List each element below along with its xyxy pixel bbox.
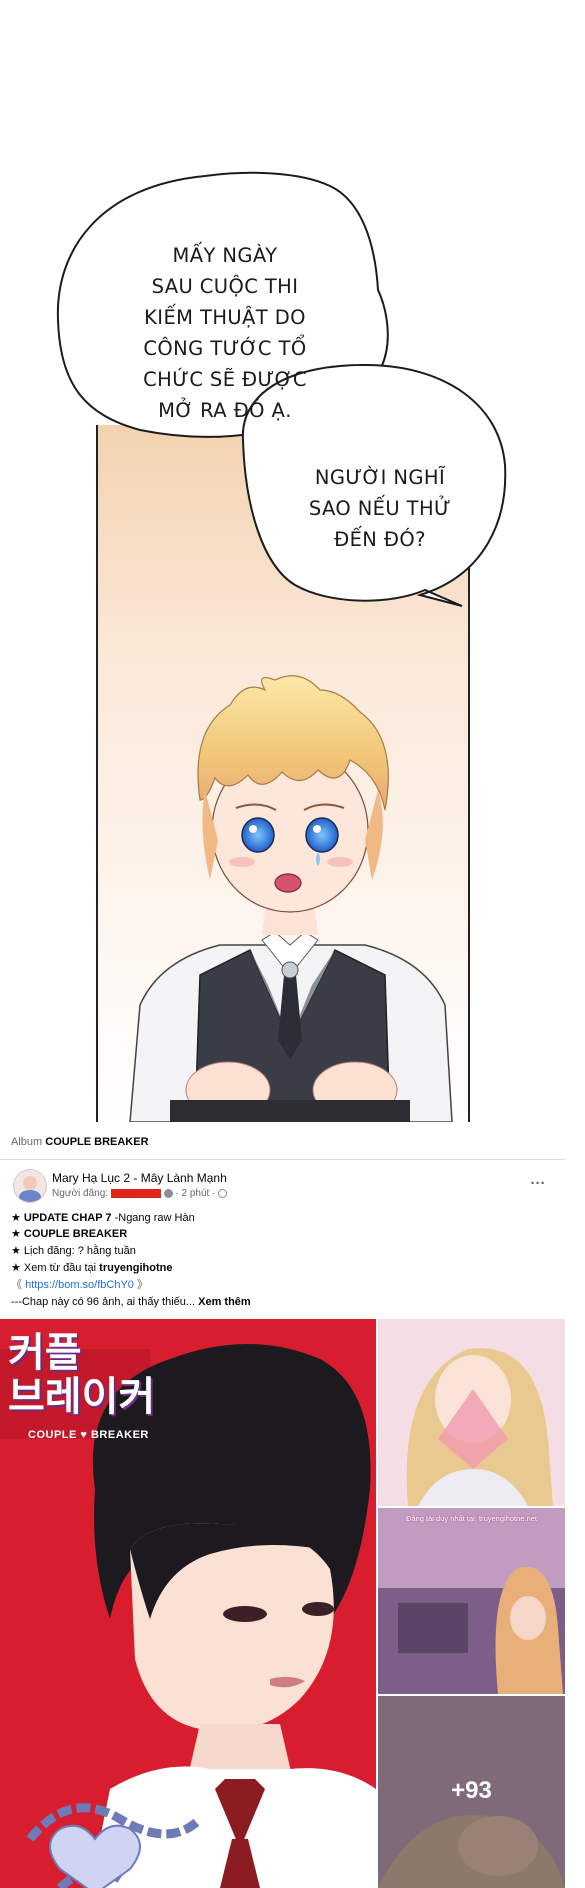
album-name[interactable]: COUPLE BREAKER (45, 1136, 148, 1148)
divider (0, 1159, 565, 1160)
globe-icon (218, 1188, 228, 1198)
cover-title-line2: 브레이커 (8, 1374, 156, 1420)
comic-illustration (56, 171, 507, 1122)
watermark-text: Đăng tải duy nhất tại: truyengihotne.net (406, 1514, 537, 1523)
post-meta: Người đăng: · 2 phút · (52, 1187, 228, 1201)
author-name[interactable]: Mary Hạ Lục 2 - Mây Lành Mạnh (52, 1170, 227, 1186)
speech-bubble-1-text: MẤY NGÀY SAU CUỘC THI KIẾM THUẬT DO CÔNG… (143, 244, 307, 422)
comic-panel: MẤY NGÀY SAU CUỘC THI KIẾM THUẬT DO CÔNG… (0, 0, 585, 1122)
post-line-3: ★ Lịch đăng: ? hằng tuần (11, 1245, 136, 1257)
post-line-6: ---Chap này có 96 ảnh, ai thấy thiếu... … (11, 1296, 251, 1308)
cover-subtitle: COUPLE ♥ BREAKER (28, 1429, 149, 1441)
thumbnail-2-illustration (378, 1508, 565, 1694)
facebook-post: Album COUPLE BREAKER Mary Hạ Lục 2 - Mây… (0, 1122, 585, 1888)
post-line-5: 《 https://bom.so/fbChY0 》 (11, 1279, 148, 1291)
see-more-link[interactable]: Xem thêm (198, 1296, 251, 1308)
thumbnail-1-illustration (378, 1319, 565, 1506)
poster-name-redacted (110, 1188, 161, 1198)
post-line-1: ★ UPDATE CHAP 7 -Ngang raw Hàn (11, 1212, 195, 1224)
more-options-button[interactable]: ··· (526, 1174, 550, 1194)
post-line-2: ★ COUPLE BREAKER (11, 1228, 128, 1240)
verified-icon (163, 1188, 173, 1198)
cover-photo[interactable]: 커플 브레이커 COUPLE ♥ BREAKER (0, 1319, 376, 1888)
album-prefix: Album (11, 1136, 43, 1148)
speech-bubble-2-text: NGƯỜI NGHĨ SAO NẾU THỬ ĐẾN ĐÓ? (308, 466, 452, 551)
avatar[interactable] (13, 1169, 47, 1203)
cover-title: 커플 브레이커 (8, 1331, 155, 1419)
photo-thumbnail-1[interactable] (378, 1319, 565, 1506)
post-line-4: ★ Xem từ đầu tại truyengihotne (11, 1262, 173, 1274)
more-photos-count[interactable]: +93 (378, 1776, 565, 1806)
photo-thumbnail-more[interactable]: +93 (378, 1696, 565, 1888)
poster-label: Người đăng: (52, 1188, 109, 1199)
album-breadcrumb[interactable]: Album COUPLE BREAKER (11, 1134, 149, 1150)
post-link[interactable]: https://bom.so/fbChY0 (25, 1279, 134, 1291)
post-time[interactable]: · 2 phút · (175, 1188, 215, 1199)
cover-title-line1: 커플 (8, 1330, 82, 1376)
photo-thumbnail-2[interactable]: Đăng tải duy nhất tại: truyengihotne.net (378, 1508, 565, 1694)
